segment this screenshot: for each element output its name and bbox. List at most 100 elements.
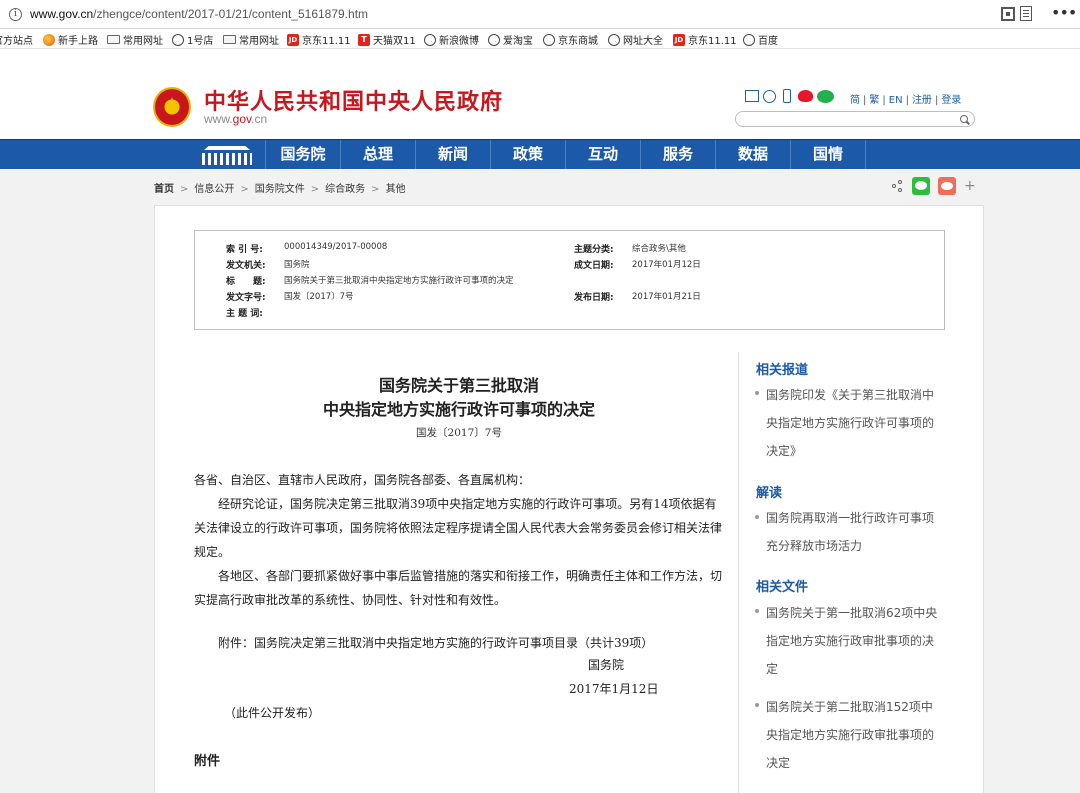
- globe-icon: [172, 33, 184, 46]
- share-bar: +: [892, 177, 976, 195]
- register-link[interactable]: 注册: [912, 95, 932, 106]
- globe-icon: [543, 33, 555, 46]
- meta-row: 主 题 词:: [226, 309, 263, 319]
- meta-row: 发文字号: 国发〔2017〕7号: [226, 292, 354, 303]
- salutation: 各省、自治区、直辖市人民政府，国务院各部委、各直属机构：: [194, 473, 531, 487]
- english-link[interactable]: EN: [889, 95, 903, 106]
- paragraph: 各地区、各部门要抓紧做好事中事后监管措施的落实和衔接工作，明确责任主体和工作方法…: [194, 569, 723, 607]
- address-bar[interactable]: i www.gov.cn/zhengce/content/2017-01/21/…: [0, 0, 1080, 29]
- signing-date: 2017年1月12日: [569, 682, 659, 696]
- breadcrumb-item[interactable]: 综合政务: [325, 184, 365, 195]
- bookmark-item[interactable]: JD 京东11.11: [673, 32, 737, 47]
- site-search: [735, 111, 975, 127]
- national-emblem-icon[interactable]: [153, 87, 191, 127]
- bullet-icon: [755, 609, 759, 613]
- header-icons: [745, 89, 838, 103]
- breadcrumb-home[interactable]: 首页: [154, 184, 174, 195]
- interpretation-link[interactable]: 国务院再取消一批行政许可事项 充分释放市场活力: [766, 504, 944, 560]
- tiananmen-icon[interactable]: [196, 140, 266, 169]
- related-file-link[interactable]: 国务院关于第二批取消152项中央指定地方实施行政审批事项的决定: [766, 693, 944, 777]
- wechat-share-icon[interactable]: [912, 177, 930, 195]
- wechat-icon[interactable]: [817, 89, 834, 103]
- document-number: 国发〔2017〕7号: [416, 427, 502, 439]
- weibo-icon[interactable]: [798, 90, 813, 102]
- bookmark-item[interactable]: T 天猫双11: [358, 32, 416, 47]
- more-menu-button[interactable]: •••: [1051, 3, 1077, 22]
- folder-icon: [223, 35, 236, 44]
- paragraph: 经研究论证，国务院决定第三批取消39项中央指定地方实施的行政许可事项。另有14项…: [194, 497, 723, 559]
- meta-row: 标 题: 国务院关于第三批取消中央指定地方实施行政许可事项的决定: [226, 276, 514, 287]
- site-info-icon[interactable]: i: [9, 8, 22, 21]
- bookmark-folder[interactable]: 常用网址: [107, 32, 163, 47]
- bookmark-item[interactable]: 百度: [743, 32, 778, 47]
- related-file-link[interactable]: 国务院关于第一批取消62项中央指定地方实施行政审批事项的决定: [766, 599, 944, 683]
- nav-item-news[interactable]: 新闻: [416, 140, 491, 169]
- related-reports-heading: 相关报道: [756, 363, 809, 378]
- breadcrumb-item[interactable]: 信息公开: [194, 184, 234, 195]
- firefox-icon: [43, 33, 55, 46]
- nav-item-services[interactable]: 服务: [641, 140, 716, 169]
- reader-view-icon[interactable]: [1020, 6, 1032, 21]
- document-body: 各省、自治区、直辖市人民政府，国务院各部委、各直属机构： 经研究论证，国务院决定…: [194, 468, 724, 612]
- interpretation-heading: 解读: [756, 486, 783, 501]
- search-input[interactable]: [744, 113, 954, 125]
- bookmark-item[interactable]: 新浪微博: [424, 32, 479, 47]
- bullet-icon: [755, 391, 759, 395]
- document-title-line1: 国务院关于第三批取消: [378, 376, 539, 395]
- nav-item-national-info[interactable]: 国情: [791, 140, 866, 169]
- globe-icon: [488, 33, 500, 46]
- site-domain: www.gov.cn: [204, 112, 268, 126]
- related-files-heading: 相关文件: [756, 580, 809, 595]
- bullet-icon: [755, 515, 759, 519]
- header-links: 简 | 繁 | EN | 注册 | 登录: [850, 95, 962, 106]
- bookmark-item[interactable]: 爱淘宝: [488, 32, 533, 47]
- mail-icon[interactable]: [745, 90, 759, 102]
- bookmark-item[interactable]: JD 京东11.11: [287, 32, 351, 47]
- simplified-link[interactable]: 简: [850, 95, 860, 106]
- tmall-icon: T: [358, 33, 370, 46]
- breadcrumb-item[interactable]: 其他: [386, 184, 406, 195]
- breadcrumb-item[interactable]: 国务院文件: [255, 184, 305, 195]
- publish-note: （此件公开发布）: [224, 706, 321, 720]
- nav-item-interaction[interactable]: 互动: [566, 140, 641, 169]
- bookmark-item[interactable]: 1号店: [172, 32, 213, 47]
- meta-row: 发文机关: 国务院: [226, 260, 310, 271]
- bookmark-item[interactable]: 官方站点: [0, 32, 33, 47]
- nav-item-policy[interactable]: 政策: [491, 140, 566, 169]
- weibo-share-icon[interactable]: [938, 177, 956, 195]
- main-nav: 国务院 总理 新闻 政策 互动 服务 数据 国情: [0, 139, 1080, 169]
- document-metadata: 索 引 号: 000014349/2017-00008 主题分类: 综合政务\其他 …: [194, 230, 945, 330]
- document-title-line2: 中央指定地方实施行政许可事项的决定: [322, 400, 595, 419]
- search-icon[interactable]: [960, 115, 968, 123]
- bookmarks-bar: 官方站点 新手上路 常用网址 1号店 常用网址 JD京东11.11 T天猫双11…: [0, 29, 1080, 49]
- related-link[interactable]: 国务院印发《关于第三批取消中央指定地方实施行政许可事项的决定》: [766, 381, 944, 465]
- nav-item-state-council[interactable]: 国务院: [266, 140, 341, 169]
- meta-row: 成文日期: 2017年01月12日: [574, 260, 701, 271]
- document-header: 国务院关于第三批取消 中央指定地方实施行政许可事项的决定 国发〔2017〕7号: [194, 374, 724, 440]
- annex-heading: 附件: [194, 754, 221, 769]
- related-sidebar: 相关报道 国务院印发《关于第三批取消中央指定地方实施行政许可事项的决定》 解读 …: [738, 352, 945, 793]
- login-link[interactable]: 登录: [941, 95, 961, 106]
- globe-icon: [424, 33, 436, 46]
- url-text[interactable]: www.gov.cn/zhengce/content/2017-01/21/co…: [30, 7, 368, 21]
- bookmark-item[interactable]: 网址大全: [608, 32, 663, 47]
- bookmark-item[interactable]: 新手上路: [43, 32, 98, 47]
- globe-icon: [743, 33, 755, 46]
- meta-row: 索 引 号: 000014349/2017-00008: [226, 242, 388, 255]
- nav-item-premier[interactable]: 总理: [341, 140, 416, 169]
- bullet-icon: [755, 703, 759, 707]
- nav-item-data[interactable]: 数据: [716, 140, 791, 169]
- plus-icon[interactable]: +: [964, 178, 976, 194]
- meta-row: 发布日期: 2017年01月21日: [574, 292, 701, 303]
- share-icon[interactable]: [892, 180, 904, 192]
- mobile-icon[interactable]: [783, 89, 791, 103]
- bookmark-folder[interactable]: 常用网址: [223, 32, 279, 47]
- attachment-line: 附件：国务院决定第三批取消中央指定地方实施的行政许可事项目录（共计39项）: [218, 636, 654, 650]
- bookmark-item[interactable]: 京东商城: [543, 32, 598, 47]
- jd-icon: JD: [287, 33, 299, 46]
- meta-row: 主题分类: 综合政务\其他: [574, 244, 686, 255]
- site-header: 中华人民共和国中央人民政府 www.gov.cn 简 | 繁 | EN | 注册 | 登录: [0, 49, 1080, 139]
- traditional-link[interactable]: 繁: [869, 95, 879, 106]
- message-icon[interactable]: [763, 89, 776, 103]
- qr-code-icon[interactable]: [1001, 7, 1015, 21]
